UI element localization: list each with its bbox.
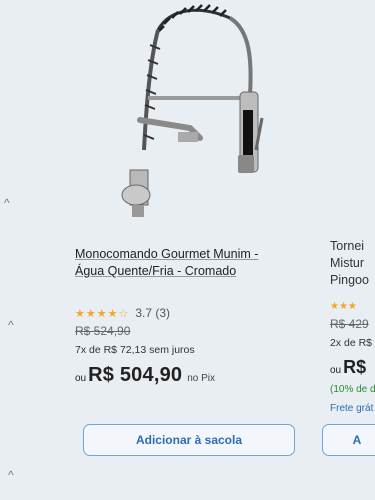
add-to-bag-button[interactable]: Adicionar à sacola — [83, 424, 295, 456]
old-price: R$ 429 — [330, 317, 369, 331]
price-prefix: ou — [330, 365, 342, 376]
title-line[interactable]: Monocomando Gourmet Munim - — [75, 246, 315, 263]
title-line[interactable]: Água Quente/Fria - Cromado — [75, 263, 315, 280]
star-rating-icon: ★★★ — [330, 301, 357, 312]
price-row: ou R$ 504,90 no Pix — [75, 364, 315, 387]
price-row: ou R$ — [330, 357, 375, 378]
button-label: A — [352, 433, 362, 447]
next-title-line[interactable]: Tornei — [330, 238, 375, 255]
rating-row: ★★★★☆ 3.7 (3) — [75, 306, 315, 320]
product-image[interactable] — [80, 0, 300, 230]
product-title[interactable]: Monocomando Gourmet Munim - Água Quente/… — [75, 246, 315, 280]
button-label: Adicionar à sacola — [135, 433, 243, 447]
price-prefix: ou — [75, 373, 87, 384]
installments-text: 7x de R$ 72,13 sem juros — [75, 344, 195, 356]
price: R$ — [343, 357, 367, 377]
faucet-illustration — [121, 4, 264, 217]
star-rating-icon: ★★★★☆ — [75, 307, 130, 320]
price-suffix: no Pix — [187, 373, 216, 384]
next-product-card[interactable]: Tornei Mistur Pingoo ★★★ R$ 429 2x de R$… — [330, 238, 375, 414]
next-title-line[interactable]: Pingoo — [330, 272, 375, 289]
price: R$ 504,90 — [88, 364, 183, 386]
next-add-to-bag-button[interactable]: A — [322, 424, 375, 456]
chevron-up-icon: ^ — [8, 318, 14, 332]
rating-value: 3.7 (3) — [135, 306, 170, 320]
chevron-up-icon: ^ — [4, 196, 10, 210]
old-price: R$ 524,90 — [75, 324, 131, 338]
installments-text: 2x de R$ — [330, 337, 373, 349]
next-title-line[interactable]: Mistur — [330, 255, 375, 272]
product-card[interactable]: Monocomando Gourmet Munim - Água Quente/… — [75, 246, 315, 387]
discount-text: (10% de d — [330, 384, 375, 395]
shipping-text: Frete grát — [330, 403, 374, 414]
chevron-up-icon: ^ — [8, 468, 14, 482]
